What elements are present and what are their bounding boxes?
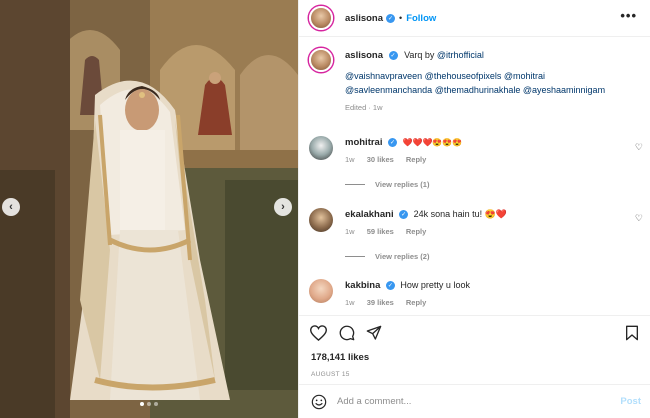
comment-icon[interactable] xyxy=(339,325,355,341)
follow-button[interactable]: Follow xyxy=(406,13,436,24)
emoji-icon[interactable] xyxy=(311,394,327,410)
comment-username[interactable]: mohitrai xyxy=(345,137,382,148)
carousel-indicator xyxy=(0,402,298,406)
mention-link[interactable]: @itrhofficial xyxy=(437,50,484,60)
comment-time: 1w xyxy=(345,227,355,236)
photo-illustration xyxy=(0,0,298,418)
verified-icon: ✓ xyxy=(399,210,409,220)
comment-text: How pretty u look xyxy=(400,280,470,290)
reply-button[interactable]: Reply xyxy=(406,227,426,236)
mention-links[interactable]: @vaishnavpraveen @thehouseofpixels @mohi… xyxy=(345,69,635,83)
carousel-dot xyxy=(147,402,151,406)
comment-item: ekalakhani ✓ 24k sona hain tu! 😍❤️ 1w 59… xyxy=(309,208,507,236)
carousel-dot xyxy=(154,402,158,406)
heart-icon[interactable] xyxy=(310,325,327,341)
comment-time: 1w xyxy=(345,298,355,307)
header-separator: • xyxy=(399,13,403,23)
verified-icon: ✓ xyxy=(388,138,397,148)
caption-edited-time: Edited · 1w xyxy=(345,103,383,112)
comment-input[interactable] xyxy=(337,396,587,407)
heart-icon[interactable]: ♡ xyxy=(635,213,643,224)
comment-text: 24k sona hain tu! 😍❤️ xyxy=(413,209,508,219)
commenter-avatar[interactable] xyxy=(309,136,333,160)
replies-divider xyxy=(345,256,365,257)
post-date: AUGUST 15 xyxy=(311,371,350,378)
comment-likes[interactable]: 30 likes xyxy=(367,155,394,164)
chevron-left-icon: ‹ xyxy=(9,201,13,213)
author-username[interactable]: aslisona xyxy=(345,13,383,24)
post-details-panel: aslisona ✓ • Follow ••• aslisona ✓ Varq … xyxy=(298,0,650,418)
comment-username[interactable]: ekalakhani xyxy=(345,209,394,220)
bookmark-icon[interactable] xyxy=(625,325,639,341)
comment-item: mohitrai ✓ ❤️❤️❤️😍😍😍 1w 30 likes Reply xyxy=(309,136,462,164)
post-comment-button[interactable]: Post xyxy=(620,396,641,407)
add-comment-bar: Post xyxy=(299,384,650,418)
mention-links[interactable]: @savleenmanchanda @themadhurinakhale @ay… xyxy=(345,83,635,97)
verified-icon: ✓ xyxy=(386,13,396,23)
view-replies-button[interactable]: View replies (2) xyxy=(345,252,429,261)
comment-time: 1w xyxy=(345,155,355,164)
commenter-avatar[interactable] xyxy=(309,279,333,303)
caption-text: aslisona ✓ Varq by @itrhofficial @vaishn… xyxy=(345,48,635,115)
view-replies-label: View replies (1) xyxy=(375,180,430,189)
verified-icon: ✓ xyxy=(388,51,398,61)
caption-avatar[interactable] xyxy=(309,48,333,72)
comment-likes[interactable]: 59 likes xyxy=(367,227,394,236)
reply-button[interactable]: Reply xyxy=(406,155,426,164)
post-header: aslisona ✓ • Follow ••• xyxy=(299,0,650,37)
replies-divider xyxy=(345,184,365,185)
author-avatar[interactable] xyxy=(309,6,333,30)
caption-prefix: Varq by xyxy=(404,50,437,60)
action-bar xyxy=(299,315,650,350)
post-photo[interactable]: ‹ › xyxy=(0,0,298,418)
carousel-next-button[interactable]: › xyxy=(274,198,292,216)
verified-icon: ✓ xyxy=(385,281,395,291)
comments-list[interactable]: aslisona ✓ Varq by @itrhofficial @vaishn… xyxy=(299,37,650,315)
carousel-prev-button[interactable]: ‹ xyxy=(2,198,20,216)
view-replies-button[interactable]: View replies (1) xyxy=(345,180,429,189)
comment-username[interactable]: kakbina xyxy=(345,280,380,291)
post-caption: aslisona ✓ Varq by @itrhofficial @vaishn… xyxy=(309,48,635,115)
comment-item: kakbina ✓ How pretty u look 1w 39 likes … xyxy=(309,279,470,307)
share-icon[interactable] xyxy=(366,325,382,341)
commenter-avatar[interactable] xyxy=(309,208,333,232)
instagram-post-view: ‹ › aslisona ✓ • Follow ••• aslisona ✓ V… xyxy=(0,0,650,418)
likes-count[interactable]: 178,141 likes xyxy=(311,352,369,363)
caption-username[interactable]: aslisona xyxy=(345,50,383,61)
carousel-dot xyxy=(140,402,144,406)
heart-icon[interactable]: ♡ xyxy=(635,142,643,153)
comment-text: ❤️❤️❤️😍😍😍 xyxy=(402,138,463,147)
comment-likes[interactable]: 39 likes xyxy=(367,298,394,307)
view-replies-label: View replies (2) xyxy=(375,252,430,261)
reply-button[interactable]: Reply xyxy=(406,298,426,307)
more-options-icon[interactable]: ••• xyxy=(620,9,637,22)
chevron-right-icon: › xyxy=(281,201,285,213)
